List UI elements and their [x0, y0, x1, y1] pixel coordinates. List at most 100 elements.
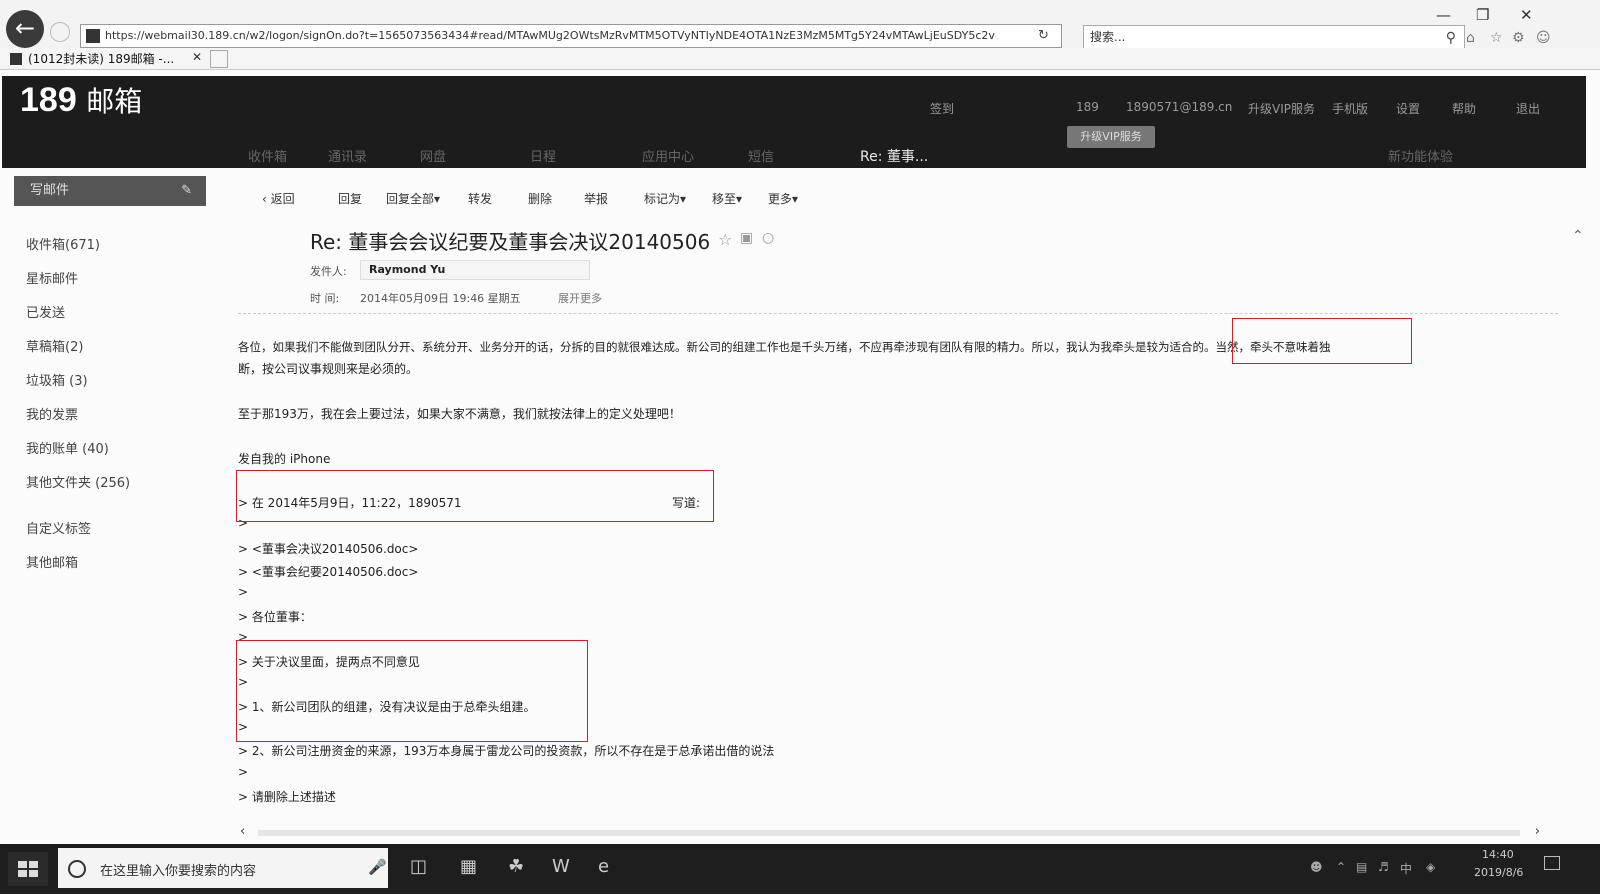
sidebar-item-sent[interactable]: 已发送 — [26, 302, 65, 321]
antivirus-icon[interactable]: ◈ — [1426, 860, 1435, 874]
tab-current-message[interactable]: Re: 董事... — [860, 146, 928, 166]
wps-icon[interactable]: W — [552, 856, 570, 877]
mark-as-button[interactable]: 标记为▾ — [644, 190, 686, 207]
quote-line: > <董事会纪要20140506.doc> — [238, 565, 419, 579]
site-favicon-icon — [86, 29, 100, 43]
taskbar-search-input[interactable]: 在这里输入你要搜索的内容 🎤 — [58, 848, 388, 888]
clock-time[interactable]: 14:40 — [1482, 848, 1514, 861]
header-logout-link[interactable]: 退出 — [1516, 100, 1540, 117]
mail-logo[interactable]: 189 邮箱 — [20, 80, 142, 120]
feedback-icon[interactable]: ☺ — [1536, 30, 1551, 46]
url-text: https://webmail30.189.cn/w2/logon/signOn… — [105, 29, 995, 42]
report-button[interactable]: 举报 — [584, 190, 608, 207]
reply-all-label: 回复全部 — [386, 192, 435, 206]
header-checkin-link[interactable]: 签到 — [930, 100, 954, 117]
windows-taskbar: 在这里输入你要搜索的内容 🎤 ◫ ▦ ☘ W e ☻ ⌃ ▤ ♬ 中 ◈ 14:… — [0, 844, 1600, 894]
input-method-icon[interactable]: 中 — [1400, 860, 1412, 877]
delete-button[interactable]: 删除 — [528, 190, 552, 207]
home-icon[interactable]: ⌂ — [1466, 30, 1475, 46]
mark-as-label: 标记为 — [644, 192, 681, 206]
address-bar[interactable]: https://webmail30.189.cn/w2/logon/signOn… — [80, 24, 1062, 48]
tab-sms[interactable]: 短信 — [748, 146, 774, 165]
tab-close-icon[interactable]: ✕ — [192, 50, 202, 64]
app-icon[interactable]: ☘ — [508, 856, 524, 877]
sidebar-item-inbox[interactable]: 收件箱(671) — [26, 234, 100, 253]
header-mobile-link[interactable]: 手机版 — [1332, 100, 1368, 117]
compose-button[interactable]: 写邮件 ✎ — [14, 176, 206, 206]
quote-line: > 请删除上述描述 — [238, 790, 336, 804]
task-view-icon[interactable]: ◫ — [410, 856, 427, 877]
horizontal-scrollbar[interactable]: ‹ › — [240, 824, 1540, 840]
forward-button[interactable]: 转发 — [468, 190, 492, 207]
pencil-icon: ✎ — [181, 183, 192, 198]
scroll-up-icon[interactable]: ⌃ — [1572, 228, 1584, 244]
more-button[interactable]: 更多▾ — [768, 190, 798, 207]
scroll-right-icon[interactable]: › — [1535, 824, 1540, 839]
header-help-link[interactable]: 帮助 — [1452, 100, 1476, 117]
highlight-box-3 — [236, 640, 588, 742]
people-icon[interactable]: ☻ — [1310, 860, 1323, 874]
header-settings-link[interactable]: 设置 — [1396, 100, 1420, 117]
header-user-id[interactable]: 189 — [1076, 100, 1099, 114]
sidebar-item-bills[interactable]: 我的账单 (40) — [26, 438, 109, 457]
volume-icon[interactable]: ♬ — [1378, 860, 1389, 874]
tab-apps[interactable]: 应用中心 — [642, 146, 694, 165]
back-button[interactable]: ‹ 返回 — [262, 190, 295, 207]
highlight-box-1 — [1232, 318, 1412, 364]
browser-tab[interactable]: (1012封未读) 189邮箱 -... — [8, 49, 210, 69]
favorites-star-icon[interactable]: ☆ — [1490, 30, 1503, 46]
sidebar-item-custom-labels[interactable]: 自定义标签 — [26, 518, 91, 537]
reply-button[interactable]: 回复 — [338, 190, 362, 207]
body-paragraph-2: 至于那193万，我在会上要过法，如果大家不满意，我们就按法律上的定义处理吧！ — [238, 407, 681, 421]
header-account[interactable]: 1890571@189.cn — [1126, 100, 1232, 114]
header-vip-link[interactable]: 升级VIP服务 — [1248, 100, 1315, 117]
message-time: 2014年05月09日 19:46 星期五 — [360, 292, 521, 305]
windows-logo-icon — [18, 861, 38, 877]
star-icon[interactable]: ☆ — [718, 230, 732, 249]
sidebar-item-other-folders[interactable]: 其他文件夹 (256) — [26, 472, 130, 491]
sidebar-item-trash[interactable]: 垃圾箱 (3) — [26, 370, 88, 389]
forward-icon[interactable] — [50, 22, 70, 42]
tab-favicon-icon — [10, 53, 22, 65]
show-more-link[interactable]: 展开更多 — [558, 290, 602, 306]
calculator-icon[interactable]: ▦ — [460, 856, 477, 877]
compose-label: 写邮件 — [30, 183, 70, 198]
tab-title: (1012封未读) 189邮箱 -... — [28, 52, 175, 66]
tag-icon[interactable]: ○ — [762, 230, 774, 246]
start-button[interactable] — [8, 852, 48, 886]
sidebar-item-drafts[interactable]: 草稿箱(2) — [26, 336, 83, 355]
refresh-icon[interactable]: ↻ — [1038, 28, 1049, 43]
tab-calendar[interactable]: 日程 — [530, 146, 556, 165]
calendar-icon[interactable]: ▣ — [740, 230, 753, 246]
sidebar-item-other-mailboxes[interactable]: 其他邮箱 — [26, 552, 78, 571]
restore-icon[interactable]: ❐ — [1476, 6, 1489, 24]
browser-search-input[interactable]: 搜索... ⚲ — [1083, 25, 1465, 49]
reply-all-button[interactable]: 回复全部▾ — [386, 190, 440, 207]
minimize-icon[interactable]: — — [1436, 6, 1451, 24]
clock-date[interactable]: 2019/8/6 — [1474, 866, 1523, 879]
close-window-icon[interactable]: ✕ — [1520, 6, 1533, 24]
tab-inbox[interactable]: 收件箱 — [248, 146, 287, 165]
network-icon[interactable]: ▤ — [1356, 860, 1367, 874]
search-icon[interactable]: ⚲ — [1446, 27, 1456, 49]
internet-explorer-icon[interactable]: e — [598, 856, 609, 877]
chevron-up-icon[interactable]: ⌃ — [1336, 860, 1346, 874]
sidebar-item-invoices[interactable]: 我的发票 — [26, 404, 78, 423]
new-tab-button[interactable] — [210, 50, 228, 68]
tab-netdisk[interactable]: 网盘 — [420, 146, 446, 165]
scroll-left-icon[interactable]: ‹ — [240, 824, 245, 839]
scroll-track[interactable] — [258, 830, 1520, 836]
back-arrow-icon[interactable]: ← — [6, 10, 44, 48]
move-to-button[interactable]: 移至▾ — [712, 190, 742, 207]
settings-gear-icon[interactable]: ⚙ — [1512, 30, 1525, 46]
browser-toolbar: ← https://webmail30.189.cn/w2/logon/sign… — [0, 0, 1600, 49]
more-label: 更多 — [768, 192, 793, 206]
taskbar-search-placeholder: 在这里输入你要搜索的内容 — [100, 864, 257, 879]
tab-contacts[interactable]: 通讯录 — [328, 146, 367, 165]
notification-icon[interactable] — [1544, 856, 1560, 870]
quote-line: > 2、新公司注册资金的来源，193万本身属于雷龙公司的投资款，所以不存在是于总… — [238, 744, 775, 758]
sender-chip[interactable]: Raymond Yu — [360, 260, 590, 280]
sidebar-item-starred[interactable]: 星标邮件 — [26, 268, 78, 287]
microphone-icon[interactable]: 🎤 — [368, 858, 387, 876]
tab-new-feature[interactable]: 新功能体验 — [1388, 146, 1453, 165]
